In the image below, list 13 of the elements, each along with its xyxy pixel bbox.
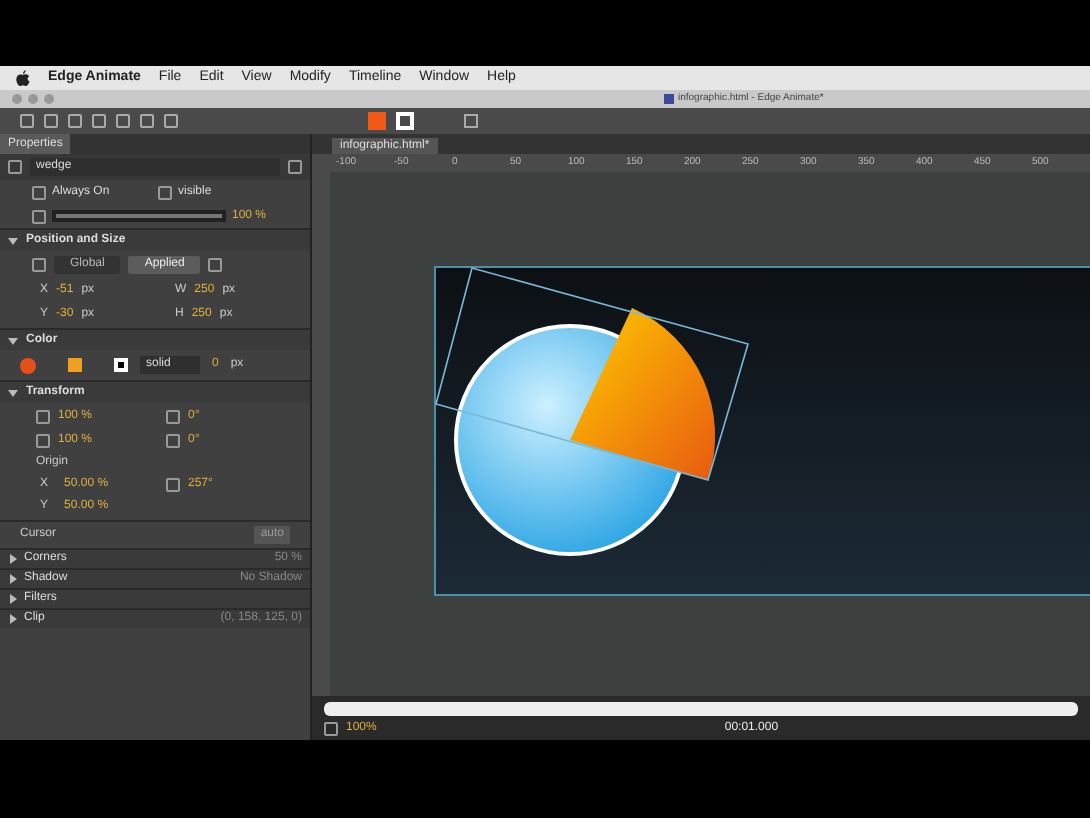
fill-color-swatch[interactable] (368, 112, 386, 130)
opacity-slider-track[interactable] (52, 210, 226, 222)
panel-icon[interactable] (464, 114, 478, 128)
disclosure-triangle-icon[interactable] (8, 387, 18, 397)
stroke-color-swatch[interactable] (68, 358, 82, 372)
fill-color-swatch[interactable] (20, 357, 36, 373)
border-color-swatch[interactable] (114, 358, 128, 372)
apple-logo-icon[interactable] (16, 70, 30, 86)
disclosure-triangle-icon[interactable] (8, 235, 18, 245)
stroke-color-swatch[interactable] (396, 112, 414, 130)
horizontal-scrollbar[interactable] (324, 702, 1078, 716)
document-icon (664, 94, 674, 104)
disclosure-triangle-icon[interactable] (8, 335, 18, 345)
